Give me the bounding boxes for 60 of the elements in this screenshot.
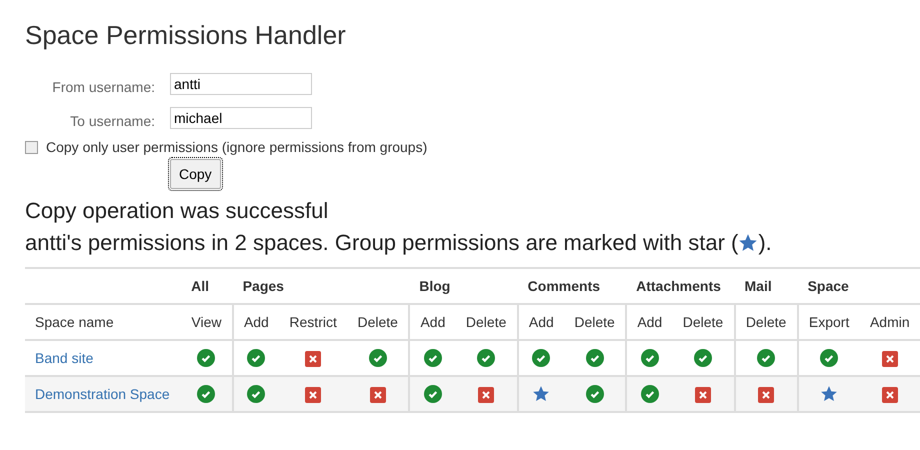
cross-icon bbox=[478, 386, 494, 403]
cross-icon bbox=[882, 386, 898, 403]
star-icon bbox=[738, 233, 758, 253]
column-heading: Restrict bbox=[289, 314, 337, 330]
check-icon bbox=[424, 385, 442, 404]
checkbox-label: Copy only user permissions (ignore permissions from groups) bbox=[46, 139, 428, 155]
group-heading: Mail bbox=[744, 278, 772, 294]
check-icon bbox=[368, 349, 387, 368]
space-link[interactable]: Band site bbox=[35, 350, 94, 366]
check-icon bbox=[247, 349, 266, 368]
cross-icon bbox=[882, 350, 898, 367]
page-title: Space Permissions Handler bbox=[25, 20, 347, 51]
summary-message: antti's permissions in 2 spaces. Group permissions are marked with star ( bbox=[25, 229, 738, 257]
check-icon bbox=[640, 385, 659, 404]
cross-icon bbox=[305, 350, 322, 367]
check-icon bbox=[477, 349, 496, 368]
check-icon bbox=[247, 385, 266, 404]
cross-icon bbox=[370, 386, 386, 403]
check-icon bbox=[694, 349, 712, 368]
check-icon bbox=[197, 349, 216, 368]
check-icon bbox=[197, 385, 216, 404]
username-field[interactable]: michael bbox=[170, 107, 312, 129]
column-heading: Export bbox=[808, 314, 850, 330]
group-heading: Blog bbox=[419, 278, 450, 294]
check-icon bbox=[757, 349, 776, 368]
column-heading: Admin bbox=[870, 314, 910, 330]
column-heading: View bbox=[191, 314, 222, 330]
check-icon bbox=[586, 349, 604, 368]
check-icon bbox=[640, 349, 659, 368]
copy-button[interactable]: Copy bbox=[170, 159, 221, 189]
column-heading: Delete bbox=[574, 314, 615, 330]
field-label: From username: bbox=[51, 79, 156, 95]
status-message: Copy operation was successful bbox=[25, 197, 328, 225]
field-label: To username: bbox=[69, 113, 156, 129]
cross-icon bbox=[305, 386, 322, 403]
group-heading: All bbox=[191, 278, 210, 294]
check-icon bbox=[820, 349, 838, 368]
group-heading: Pages bbox=[242, 278, 284, 294]
checkbox[interactable] bbox=[25, 140, 38, 154]
column-heading: Delete bbox=[682, 314, 724, 330]
summary-message-end: ). bbox=[758, 229, 772, 257]
column-heading: Add bbox=[244, 314, 269, 330]
cross-icon bbox=[758, 386, 774, 403]
cross-icon bbox=[694, 386, 711, 403]
check-icon bbox=[532, 349, 550, 368]
username-field[interactable]: antti bbox=[170, 73, 312, 95]
check-icon bbox=[586, 385, 604, 404]
star-icon bbox=[820, 385, 838, 404]
column-heading: Add bbox=[420, 314, 446, 330]
column-heading: Add bbox=[528, 314, 554, 330]
check-icon bbox=[424, 349, 442, 368]
column-heading: Add bbox=[637, 314, 662, 330]
column-heading: Delete bbox=[746, 314, 786, 330]
star-icon bbox=[532, 385, 550, 404]
column-heading: Delete bbox=[357, 314, 398, 330]
group-heading: Space bbox=[808, 278, 849, 294]
column-heading: Delete bbox=[466, 314, 506, 330]
column-heading: Space name bbox=[35, 314, 114, 330]
group-heading: Attachments bbox=[636, 278, 721, 294]
group-heading: Comments bbox=[528, 278, 600, 294]
